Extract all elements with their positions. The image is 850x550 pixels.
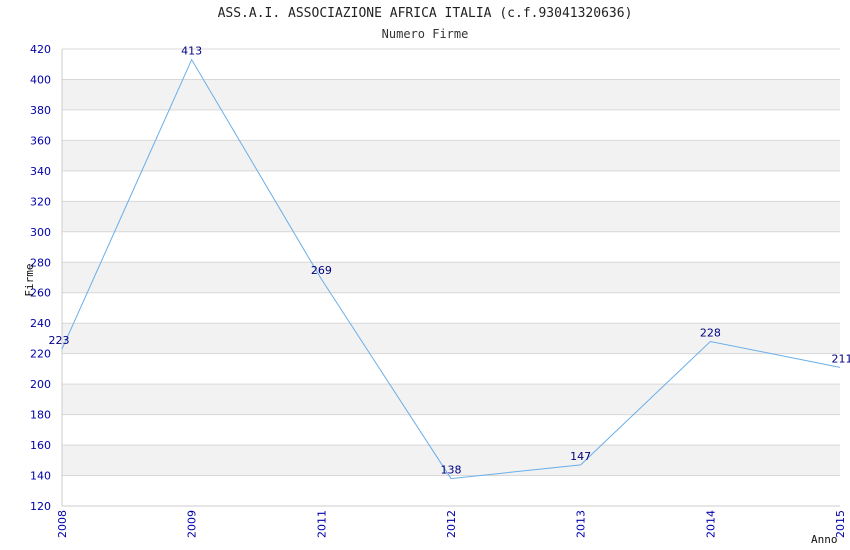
y-tick-label: 400 — [30, 73, 51, 86]
grid-band — [62, 384, 840, 415]
y-tick-label: 240 — [30, 317, 51, 330]
grid-band — [62, 262, 840, 293]
x-tick-label: 2014 — [704, 510, 717, 538]
grid-bands — [62, 79, 840, 476]
grid-band — [62, 323, 840, 354]
y-tick-label: 380 — [30, 104, 51, 117]
y-tick-label: 360 — [30, 134, 51, 147]
y-tick-label: 420 — [30, 43, 51, 56]
y-tick-label: 300 — [30, 226, 51, 239]
data-label: 269 — [311, 264, 332, 277]
x-tick-label: 2013 — [575, 510, 588, 538]
x-tick-label: 2011 — [315, 510, 328, 538]
x-axis-title: Anno — [811, 533, 838, 546]
data-label: 211 — [832, 352, 850, 365]
x-tick-label: 2008 — [56, 510, 69, 538]
x-tick-label: 2012 — [445, 510, 458, 538]
y-tick-label: 340 — [30, 165, 51, 178]
data-label: 147 — [570, 450, 591, 463]
y-tick-label: 320 — [30, 195, 51, 208]
data-label: 138 — [441, 464, 462, 477]
y-tick-label: 120 — [30, 500, 51, 513]
y-tick-label: 160 — [30, 439, 51, 452]
grid-band — [62, 201, 840, 232]
grid-band — [62, 140, 840, 171]
x-tick-labels: 2008 2009 2011 2012 2013 2014 2015 — [56, 510, 847, 538]
y-tick-label: 200 — [30, 378, 51, 391]
data-label: 413 — [181, 45, 202, 58]
grid-band — [62, 79, 840, 110]
data-label: 228 — [700, 326, 721, 339]
y-tick-label: 140 — [30, 470, 51, 483]
data-label: 223 — [49, 334, 70, 347]
line-chart: 1201401601802002202402602803003203403603… — [23, 43, 850, 546]
y-tick-label: 180 — [30, 409, 51, 422]
x-tick-label: 2009 — [186, 510, 199, 538]
y-axis-title: Firme — [23, 263, 36, 296]
y-tick-label: 220 — [30, 348, 51, 361]
